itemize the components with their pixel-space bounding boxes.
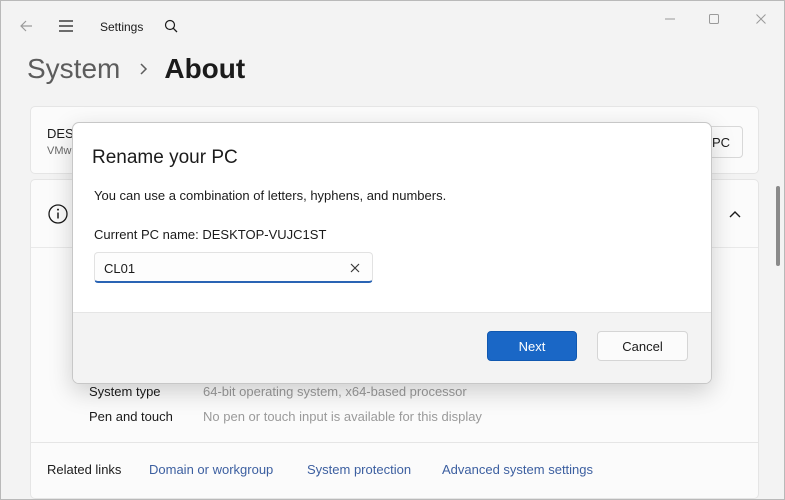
pc-name-field[interactable] xyxy=(94,252,373,283)
current-pc-name: Current PC name: DESKTOP-VUJC1ST xyxy=(94,227,327,242)
dialog-description: You can use a combination of letters, hy… xyxy=(94,188,447,203)
cancel-button[interactable]: Cancel xyxy=(597,331,688,361)
pc-name-input[interactable] xyxy=(104,259,339,277)
rename-pc-dialog: Rename your PC You can use a combination… xyxy=(72,122,712,384)
next-button[interactable]: Next xyxy=(487,331,577,361)
clear-icon[interactable] xyxy=(348,261,362,275)
dialog-title: Rename your PC xyxy=(92,147,238,168)
dialog-footer: Next Cancel xyxy=(73,312,711,383)
